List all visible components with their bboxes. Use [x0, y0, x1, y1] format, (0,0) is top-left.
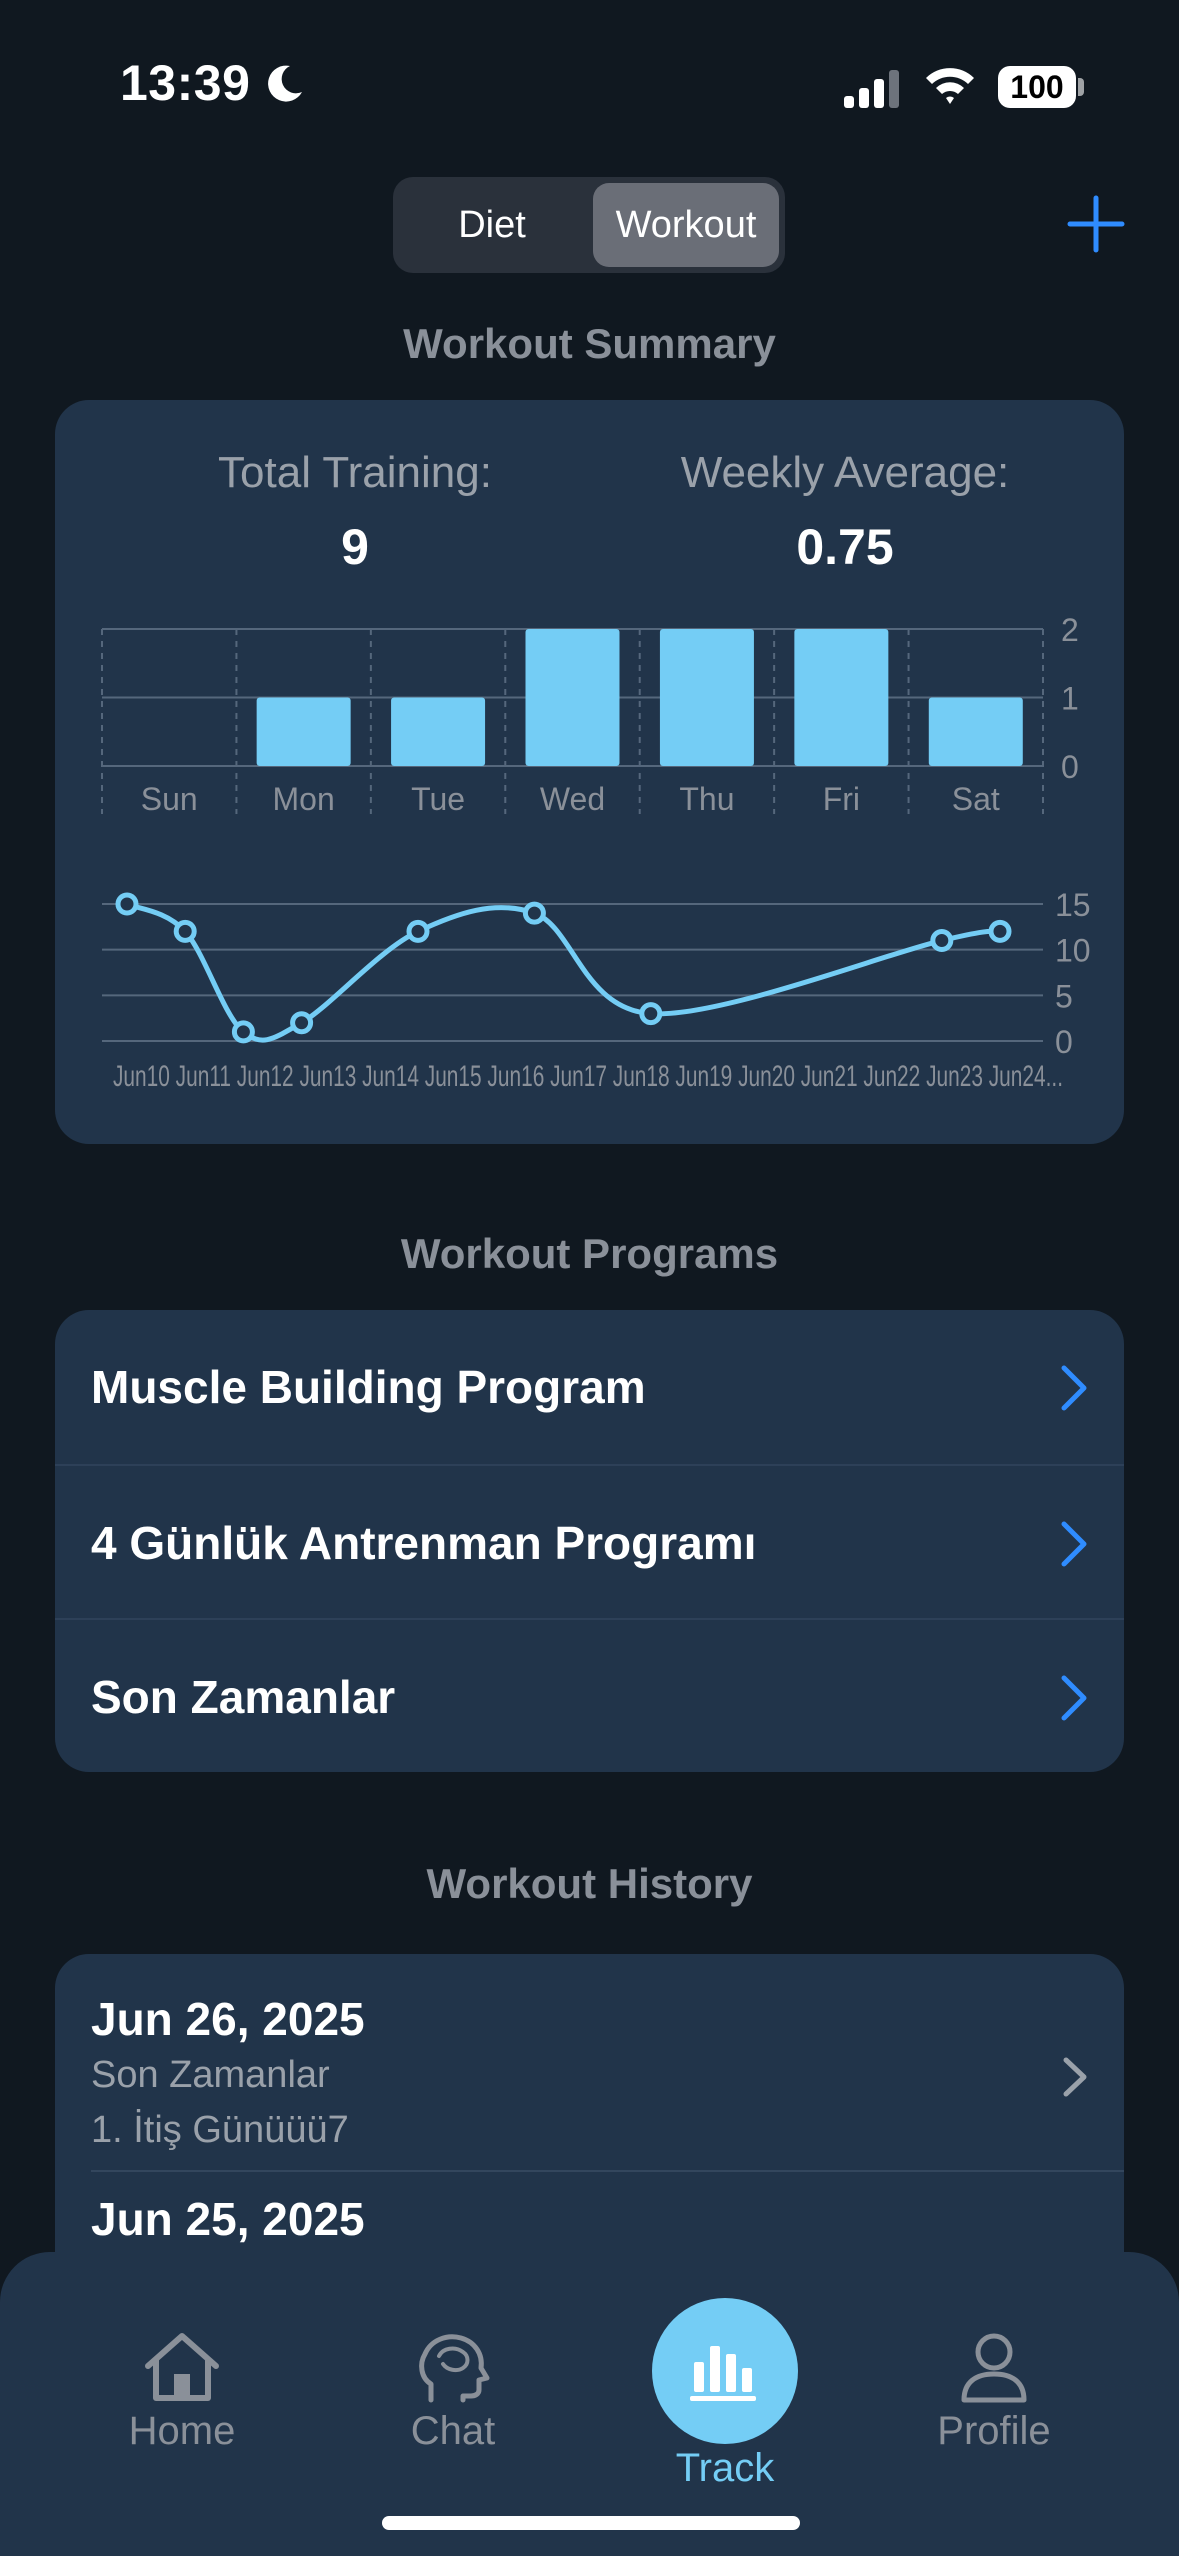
program-row-muscle-building[interactable]: Muscle Building Program: [55, 1310, 1124, 1464]
data-point: [115, 892, 139, 916]
y-tick-label: 10: [1055, 933, 1091, 969]
workout-programs-title: Workout Programs: [400, 1230, 779, 1277]
tab-home[interactable]: Home: [82, 2330, 282, 2454]
data-point: [231, 1020, 255, 1044]
chart-icon: [690, 2346, 756, 2401]
divider: [91, 2170, 1124, 2172]
tab-profile[interactable]: Profile: [894, 2330, 1094, 2454]
data-point: [522, 901, 546, 925]
workout-summary-card: Total Training: 9 Weekly Average: 0.75 0…: [55, 400, 1124, 1144]
person-icon: [961, 2333, 1027, 2403]
program-row-4-gunluk[interactable]: 4 Günlük Antrenman Programı: [55, 1466, 1124, 1620]
signal-icon: [844, 70, 899, 108]
tab-chat[interactable]: Chat: [353, 2330, 553, 2454]
workout-programs-card: Muscle Building Program 4 Günlük Antrenm…: [55, 1310, 1124, 1772]
data-point: [988, 919, 1012, 943]
program-label: 4 Günlük Antrenman Programı: [91, 1517, 757, 1569]
chevron-right-icon: [1061, 1365, 1087, 1411]
track-tab-highlight[interactable]: [652, 2298, 798, 2444]
program-label: Son Zamanlar: [91, 1671, 396, 1723]
x-tick-labels: Jun10 Jun11 Jun12 Jun13 Jun14 Jun15 Jun1…: [113, 1060, 1063, 1093]
home-icon: [145, 2333, 219, 2401]
home-indicator: [382, 2516, 800, 2530]
diet-tab[interactable]: Diet: [399, 183, 585, 267]
y-tick-label: 15: [1055, 887, 1091, 923]
diet-workout-toggle: Diet Workout: [393, 177, 785, 273]
program-label: Muscle Building Program: [91, 1361, 646, 1413]
chevron-right-icon: [1061, 1675, 1087, 1721]
program-row-son-zamanlar[interactable]: Son Zamanlar: [55, 1620, 1124, 1772]
trend-line-chart: 0 5 10 15 Jun10 Jun11 Jun12 Jun13 Jun14 Jun1…: [102, 887, 1091, 1093]
chevron-right-icon: [1063, 2057, 1087, 2097]
y-tick-label: 5: [1055, 978, 1073, 1014]
tab-label: Chat: [410, 2409, 496, 2453]
y-tick-label: 0: [1055, 1024, 1073, 1060]
battery-indicator: 100: [998, 66, 1076, 108]
data-point: [406, 919, 430, 943]
tab-track[interactable]: Track: [625, 2446, 825, 2491]
tab-label: Track: [675, 2446, 775, 2490]
add-icon[interactable]: [1064, 192, 1128, 256]
history-date[interactable]: Jun 25, 2025: [91, 2192, 365, 2246]
history-date: Jun 26, 2025: [91, 1993, 365, 2045]
data-point: [930, 929, 954, 953]
workout-history-title: Workout History: [426, 1860, 753, 1907]
battery-cap: [1078, 78, 1084, 96]
tab-label: Home: [128, 2409, 236, 2453]
history-program: Son Zamanlar: [91, 2054, 330, 2096]
data-point: [290, 1011, 314, 1035]
data-point: [173, 919, 197, 943]
wifi-icon: [926, 68, 974, 104]
workout-summary-title: Workout Summary: [403, 320, 776, 367]
workout-tab[interactable]: Workout: [593, 183, 779, 267]
history-day: 1. İtiş Günüüü7: [91, 2109, 349, 2151]
chevron-right-icon: [1061, 1521, 1087, 1567]
brain-icon: [419, 2334, 490, 2403]
tab-label: Profile: [937, 2409, 1051, 2453]
series-line: [125, 901, 1001, 1043]
moon-icon: [268, 65, 302, 102]
status-time: 13:39: [120, 55, 251, 111]
data-point: [639, 1002, 663, 1026]
